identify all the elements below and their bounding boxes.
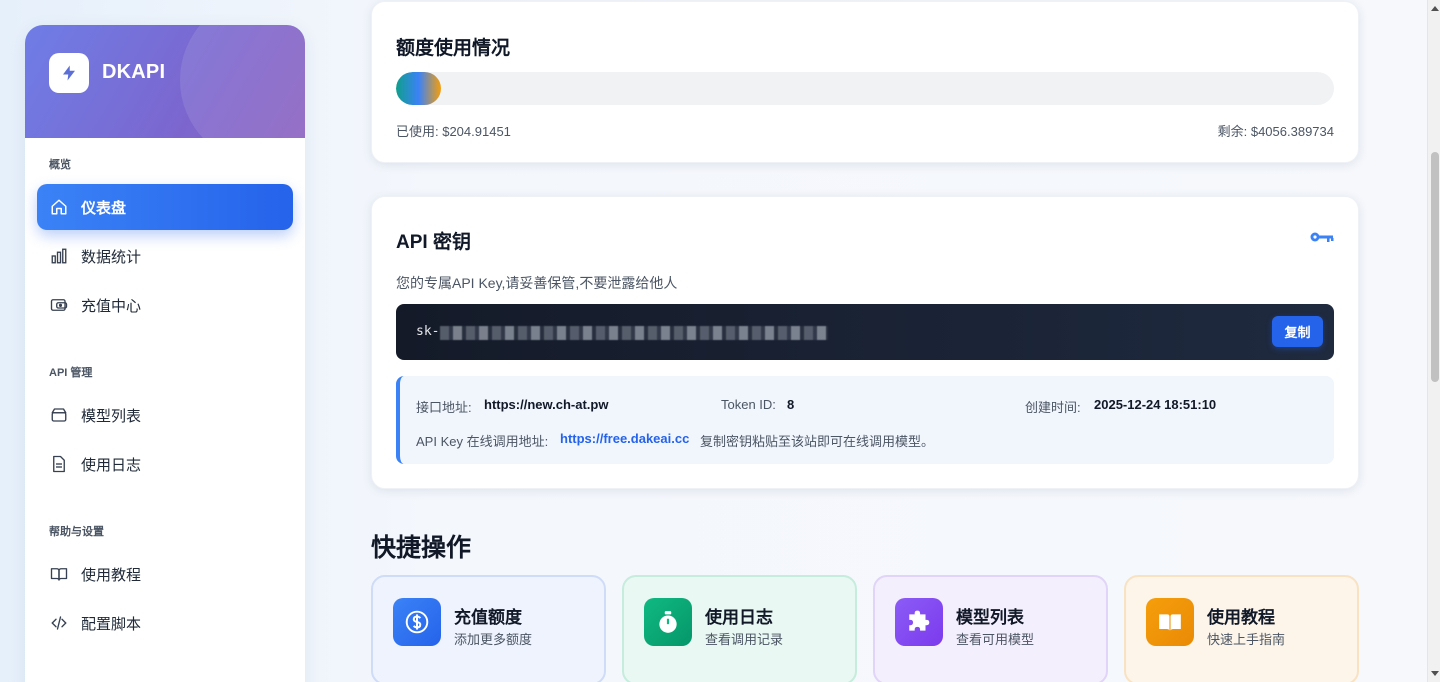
online-link[interactable]: https://free.dakeai.cc — [560, 431, 689, 446]
sidebar-item-tutorial[interactable]: 使用教程 — [37, 551, 293, 597]
api-key-display[interactable]: sk- 复制 — [396, 304, 1334, 360]
scroll-up-arrow-icon[interactable] — [1431, 6, 1439, 11]
document-icon — [50, 455, 68, 473]
api-key-prefix: sk- — [416, 324, 440, 339]
api-key-title: API 密钥 — [396, 232, 471, 253]
quota-title: 额度使用情况 — [396, 38, 511, 59]
wallet-icon — [50, 296, 68, 314]
online-label: API Key 在线调用地址: — [416, 434, 549, 449]
sidebar-item-statistics[interactable]: 数据统计 — [37, 233, 293, 279]
quota-progress-fill — [396, 72, 442, 105]
home-icon — [50, 198, 68, 216]
qa-title: 使用教程 — [1207, 608, 1275, 627]
sidebar-item-label: 仪表盘 — [81, 199, 127, 217]
puzzle-icon — [895, 598, 943, 646]
sidebar-item-label: 数据统计 — [81, 248, 142, 266]
sidebar-header: DKAPI — [25, 25, 305, 138]
api-info-box: 接口地址: https://new.ch-at.pw Token ID: 8 创… — [396, 376, 1334, 464]
sidebar: DKAPI 概览 仪表盘 数据统计 充值中心 API 管理 模型列表 使用日志 … — [25, 25, 305, 682]
scrollbar-thumb[interactable] — [1431, 152, 1439, 382]
sidebar-item-label: 模型列表 — [81, 407, 142, 425]
token-id-label: Token ID: — [721, 397, 776, 412]
created-label: 创建时间: — [1025, 400, 1081, 415]
copy-button[interactable]: 复制 — [1272, 316, 1323, 347]
quick-action-tutorial[interactable]: 使用教程 快速上手指南 — [1124, 575, 1359, 682]
qa-subtitle: 添加更多额度 — [454, 632, 533, 647]
sidebar-item-models[interactable]: 模型列表 — [37, 392, 293, 438]
sidebar-item-dashboard[interactable]: 仪表盘 — [37, 184, 293, 230]
sidebar-item-label: 充值中心 — [81, 297, 142, 315]
api-key-masked — [440, 326, 828, 340]
scroll-down-arrow-icon[interactable] — [1431, 671, 1439, 676]
endpoint-label: 接口地址: — [416, 400, 472, 415]
sidebar-item-label: 使用日志 — [81, 456, 142, 474]
qa-title: 模型列表 — [956, 608, 1024, 627]
section-help: 帮助与设置 — [49, 526, 104, 538]
header-decoration — [180, 25, 305, 138]
endpoint-value[interactable]: https://new.ch-at.pw — [484, 397, 608, 412]
token-id-value: 8 — [787, 397, 795, 412]
quick-action-recharge[interactable]: 充值额度 添加更多额度 — [371, 575, 606, 682]
quick-actions-title: 快捷操作 — [371, 534, 472, 562]
book-open-icon — [1146, 598, 1194, 646]
qa-subtitle: 快速上手指南 — [1207, 632, 1286, 647]
api-key-card: API 密钥 您的专属API Key,请妥善保管,不要泄露给他人 sk- 复制 … — [371, 196, 1359, 489]
sidebar-item-label: 使用教程 — [81, 566, 142, 584]
quota-progress-bar — [396, 72, 1334, 105]
stopwatch-icon — [644, 598, 692, 646]
sidebar-item-label: 配置脚本 — [81, 615, 142, 633]
brand-name[interactable]: DKAPI — [102, 61, 165, 84]
quota-used: 已使用: $204.91451 — [396, 124, 511, 139]
created-value: 2025-12-24 18:51:10 — [1094, 397, 1217, 412]
qa-subtitle: 查看可用模型 — [956, 632, 1035, 647]
layers-icon — [50, 406, 68, 424]
section-overview: 概览 — [49, 159, 71, 171]
sidebar-item-recharge[interactable]: 充值中心 — [37, 282, 293, 328]
qa-title: 充值额度 — [454, 608, 522, 627]
quick-action-logs[interactable]: 使用日志 查看调用记录 — [622, 575, 857, 682]
key-icon — [1310, 232, 1334, 242]
sidebar-item-logs[interactable]: 使用日志 — [37, 441, 293, 487]
qa-subtitle: 查看调用记录 — [705, 632, 784, 647]
sidebar-item-config-script[interactable]: 配置脚本 — [37, 600, 293, 646]
api-key-description: 您的专属API Key,请妥善保管,不要泄露给他人 — [396, 275, 678, 291]
quota-card: 额度使用情况 已使用: $204.91451 剩余: $4056.389734 — [371, 1, 1359, 163]
qa-title: 使用日志 — [705, 608, 773, 627]
quota-remaining: 剩余: $4056.389734 — [1217, 124, 1334, 139]
logo[interactable] — [49, 53, 89, 93]
lightning-icon — [63, 65, 75, 81]
section-api: API 管理 — [49, 367, 93, 379]
book-icon — [50, 565, 68, 583]
code-icon — [50, 614, 68, 632]
quick-action-models[interactable]: 模型列表 查看可用模型 — [873, 575, 1108, 682]
page-scrollbar[interactable] — [1427, 0, 1440, 682]
online-hint: 复制密钥粘贴至该站即可在线调用模型。 — [700, 434, 935, 449]
bar-chart-icon — [50, 247, 68, 265]
dollar-icon — [393, 598, 441, 646]
